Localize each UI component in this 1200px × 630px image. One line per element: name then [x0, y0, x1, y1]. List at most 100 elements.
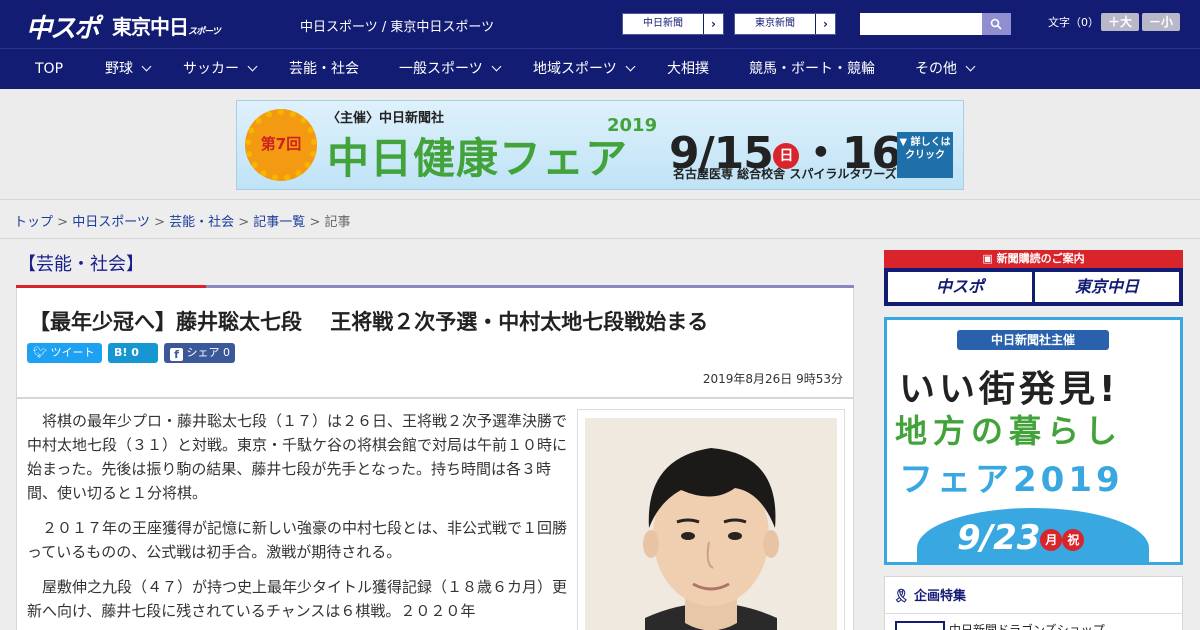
font-smaller-button[interactable]: －小	[1142, 13, 1180, 31]
nav-general-sports[interactable]: 一般スポーツ	[399, 49, 502, 90]
nav-local-sports[interactable]: 地域スポーツ	[533, 49, 636, 90]
ad-headline-3: フェア2019	[899, 460, 1124, 500]
tokyo-logo-small: スポーツ	[188, 27, 221, 37]
subscription-title: ▣ 新聞購読のご案内	[884, 250, 1183, 268]
nav-label: 大相撲	[667, 61, 709, 77]
tweet-label: ツイート	[50, 346, 95, 359]
nav-label: 地域スポーツ	[533, 61, 617, 77]
font-larger-button[interactable]: ＋大	[1101, 13, 1139, 31]
subscribe-tokyo-chunichi-link[interactable]: 東京中日	[1035, 272, 1179, 302]
nav-baseball[interactable]: 野球	[105, 49, 152, 90]
feature-heading: 🎗︎ 企画特集	[893, 585, 966, 604]
search-button[interactable]	[982, 13, 1011, 35]
subscription-title-text: 新聞購読のご案内	[996, 252, 1085, 265]
ad-headline-2: 地方の暮らし	[895, 412, 1124, 450]
main-nav: TOP 野球 サッカー 芸能・社会 一般スポーツ 地域スポーツ 大相撲 競馬・ボ…	[0, 48, 1200, 89]
article-paragraph: 将棋の最年少プロ・藤井聡太七段（１７）は２６日、王将戦２次予選準決勝で中村太地七…	[27, 412, 568, 502]
chuspo-logo[interactable]: 中スポ	[26, 8, 100, 45]
breadcrumb-sep: >	[305, 215, 325, 230]
subscription-box: ▣ 新聞購読のご案内 中スポ 東京中日	[884, 250, 1183, 306]
ribbon-icon: 🎗︎	[893, 589, 910, 604]
nav-label: その他	[915, 61, 957, 77]
nav-sumo[interactable]: 大相撲	[667, 49, 709, 90]
facebook-share-button[interactable]: f シェア 0	[164, 343, 235, 363]
site-names: 中日スポーツ / 東京中日スポーツ	[300, 20, 495, 35]
flower-text: 第7回	[260, 135, 302, 153]
nav-label: 一般スポーツ	[399, 61, 483, 77]
subscribe-chuspo-link[interactable]: 中スポ	[888, 272, 1032, 302]
banner-area: 第7回 〈主催〉中日新聞社 中日健康フェア 2019 9/15日・16祝 名古屋…	[0, 89, 1200, 200]
nav-label: 競馬・ボート・競輪	[749, 61, 875, 77]
chevron-down-icon	[141, 61, 152, 72]
breadcrumb-top[interactable]: トップ	[14, 215, 53, 230]
divider	[0, 238, 1200, 239]
article-photo-frame[interactable]	[577, 409, 845, 630]
banner-sponsor: 〈主催〉中日新聞社	[327, 111, 445, 126]
feature-thumbnail[interactable]	[895, 621, 945, 630]
nav-other[interactable]: その他	[915, 49, 976, 90]
hatena-bookmark-button[interactable]: B! 0	[108, 343, 158, 363]
article-text: 将棋の最年少プロ・藤井聡太七段（１７）は２６日、王将戦２次予選準決勝で中村太地七…	[27, 409, 575, 630]
breadcrumb-chunichi-sports[interactable]: 中日スポーツ	[72, 215, 150, 230]
breadcrumb-sep: >	[53, 215, 73, 230]
top-header: 中スポ 東京中日スポーツ 中日スポーツ / 東京中日スポーツ 中日新聞 › 東京…	[0, 0, 1200, 48]
category-heading: 【芸能・社会】	[18, 254, 144, 275]
breadcrumb: トップ > 中日スポーツ > 芸能・社会 > 記事一覧 > 記事	[14, 211, 351, 230]
ad-weekday: 月	[1040, 528, 1063, 551]
breadcrumb-sep: >	[149, 215, 170, 230]
facebook-share-label: シェア 0	[186, 346, 231, 359]
chevron-down-icon	[625, 61, 636, 72]
chevron-right-icon: ›	[815, 14, 835, 34]
ad-holiday: 祝	[1062, 528, 1085, 551]
health-fair-banner[interactable]: 第7回 〈主催〉中日新聞社 中日健康フェア 2019 9/15日・16祝 名古屋…	[236, 100, 964, 190]
feature-box: 🎗︎ 企画特集 中日新聞ドラゴンズショップ	[884, 576, 1183, 630]
nav-top[interactable]: TOP	[35, 49, 63, 90]
newspaper-icon: ▣	[982, 252, 993, 265]
tweet-button[interactable]: 🐦︎ ツイート	[27, 343, 102, 363]
search-input[interactable]	[860, 13, 982, 35]
nav-label: サッカー	[183, 61, 239, 77]
nav-entertainment[interactable]: 芸能・社会	[289, 49, 359, 90]
flower-badge: 第7回	[245, 109, 317, 181]
facebook-icon: f	[170, 348, 183, 361]
ad-date: 9/23 月祝	[957, 518, 1085, 558]
chevron-down-icon	[247, 61, 258, 72]
nav-racing[interactable]: 競馬・ボート・競輪	[749, 49, 875, 90]
chevron-right-icon: ›	[703, 14, 723, 34]
banner-title: 中日健康フェア	[327, 134, 629, 183]
article-photo	[585, 418, 837, 630]
article-body: 将棋の最年少プロ・藤井聡太七段（１７）は２６日、王将戦２次予選準決勝で中村太地七…	[16, 398, 854, 630]
article-date: 2019年8月26日 9時53分	[702, 372, 843, 386]
article-paragraph: 屋敷伸之九段（４７）が持つ史上最年少タイトル獲得記録（１８歳６カ月）更新へ向け、…	[27, 578, 568, 620]
ad-date-value: 9/23	[957, 518, 1041, 558]
breadcrumb-article-list[interactable]: 記事一覧	[253, 215, 305, 230]
tokyo-chunichi-logo[interactable]: 東京中日スポーツ	[112, 11, 221, 40]
tokyo-shimbun-button[interactable]: 東京新聞 ›	[734, 13, 836, 35]
chunichi-shimbun-button[interactable]: 中日新聞 ›	[622, 13, 724, 35]
feature-item-link[interactable]: 中日新聞ドラゴンズショップ	[949, 621, 1105, 630]
article-title: 【最年少冠へ】藤井聡太七段 王将戦２次予選・中村太地七段戦始まる	[29, 310, 709, 334]
nav-label: 野球	[105, 61, 133, 77]
tokyo-shimbun-label: 東京新聞	[755, 18, 795, 29]
chevron-down-icon	[491, 61, 502, 72]
banner-click-button[interactable]: ▼ 詳しくは クリック	[897, 132, 953, 178]
chunichi-shimbun-label: 中日新聞	[643, 18, 683, 29]
article-header: 【最年少冠へ】藤井聡太七段 王将戦２次予選・中村太地七段戦始まる 🐦︎ ツイート…	[16, 288, 854, 398]
article-paragraph: ２０１７年の王座獲得が記憶に新しい強豪の中村七段とは、非公式戦で１回勝っているも…	[27, 519, 568, 561]
breadcrumb-entertainment[interactable]: 芸能・社会	[169, 215, 234, 230]
ad-headline-1: いい街発見!	[899, 369, 1120, 410]
twitter-icon: 🐦︎	[33, 346, 47, 359]
ad-sponsor-pill: 中日新聞社主催	[957, 330, 1109, 350]
breadcrumb-sep: >	[234, 215, 254, 230]
portrait-image	[585, 418, 837, 630]
nav-label: TOP	[35, 61, 64, 77]
search-icon	[990, 18, 1002, 30]
font-size-label: 文字（0）	[1048, 16, 1099, 29]
city-discovery-fair-ad[interactable]: 中日新聞社主催 いい街発見! 地方の暮らし フェア2019 9/23 月祝	[884, 317, 1183, 565]
breadcrumb-current: 記事	[324, 215, 351, 230]
banner-year: 2019	[607, 115, 658, 136]
banner-venue: 名古屋医専 総合校舎 スパイラルタワーズ	[673, 167, 897, 181]
nav-soccer[interactable]: サッカー	[183, 49, 258, 90]
tokyo-logo-text: 東京中日	[112, 15, 189, 39]
chevron-down-icon	[965, 61, 976, 72]
